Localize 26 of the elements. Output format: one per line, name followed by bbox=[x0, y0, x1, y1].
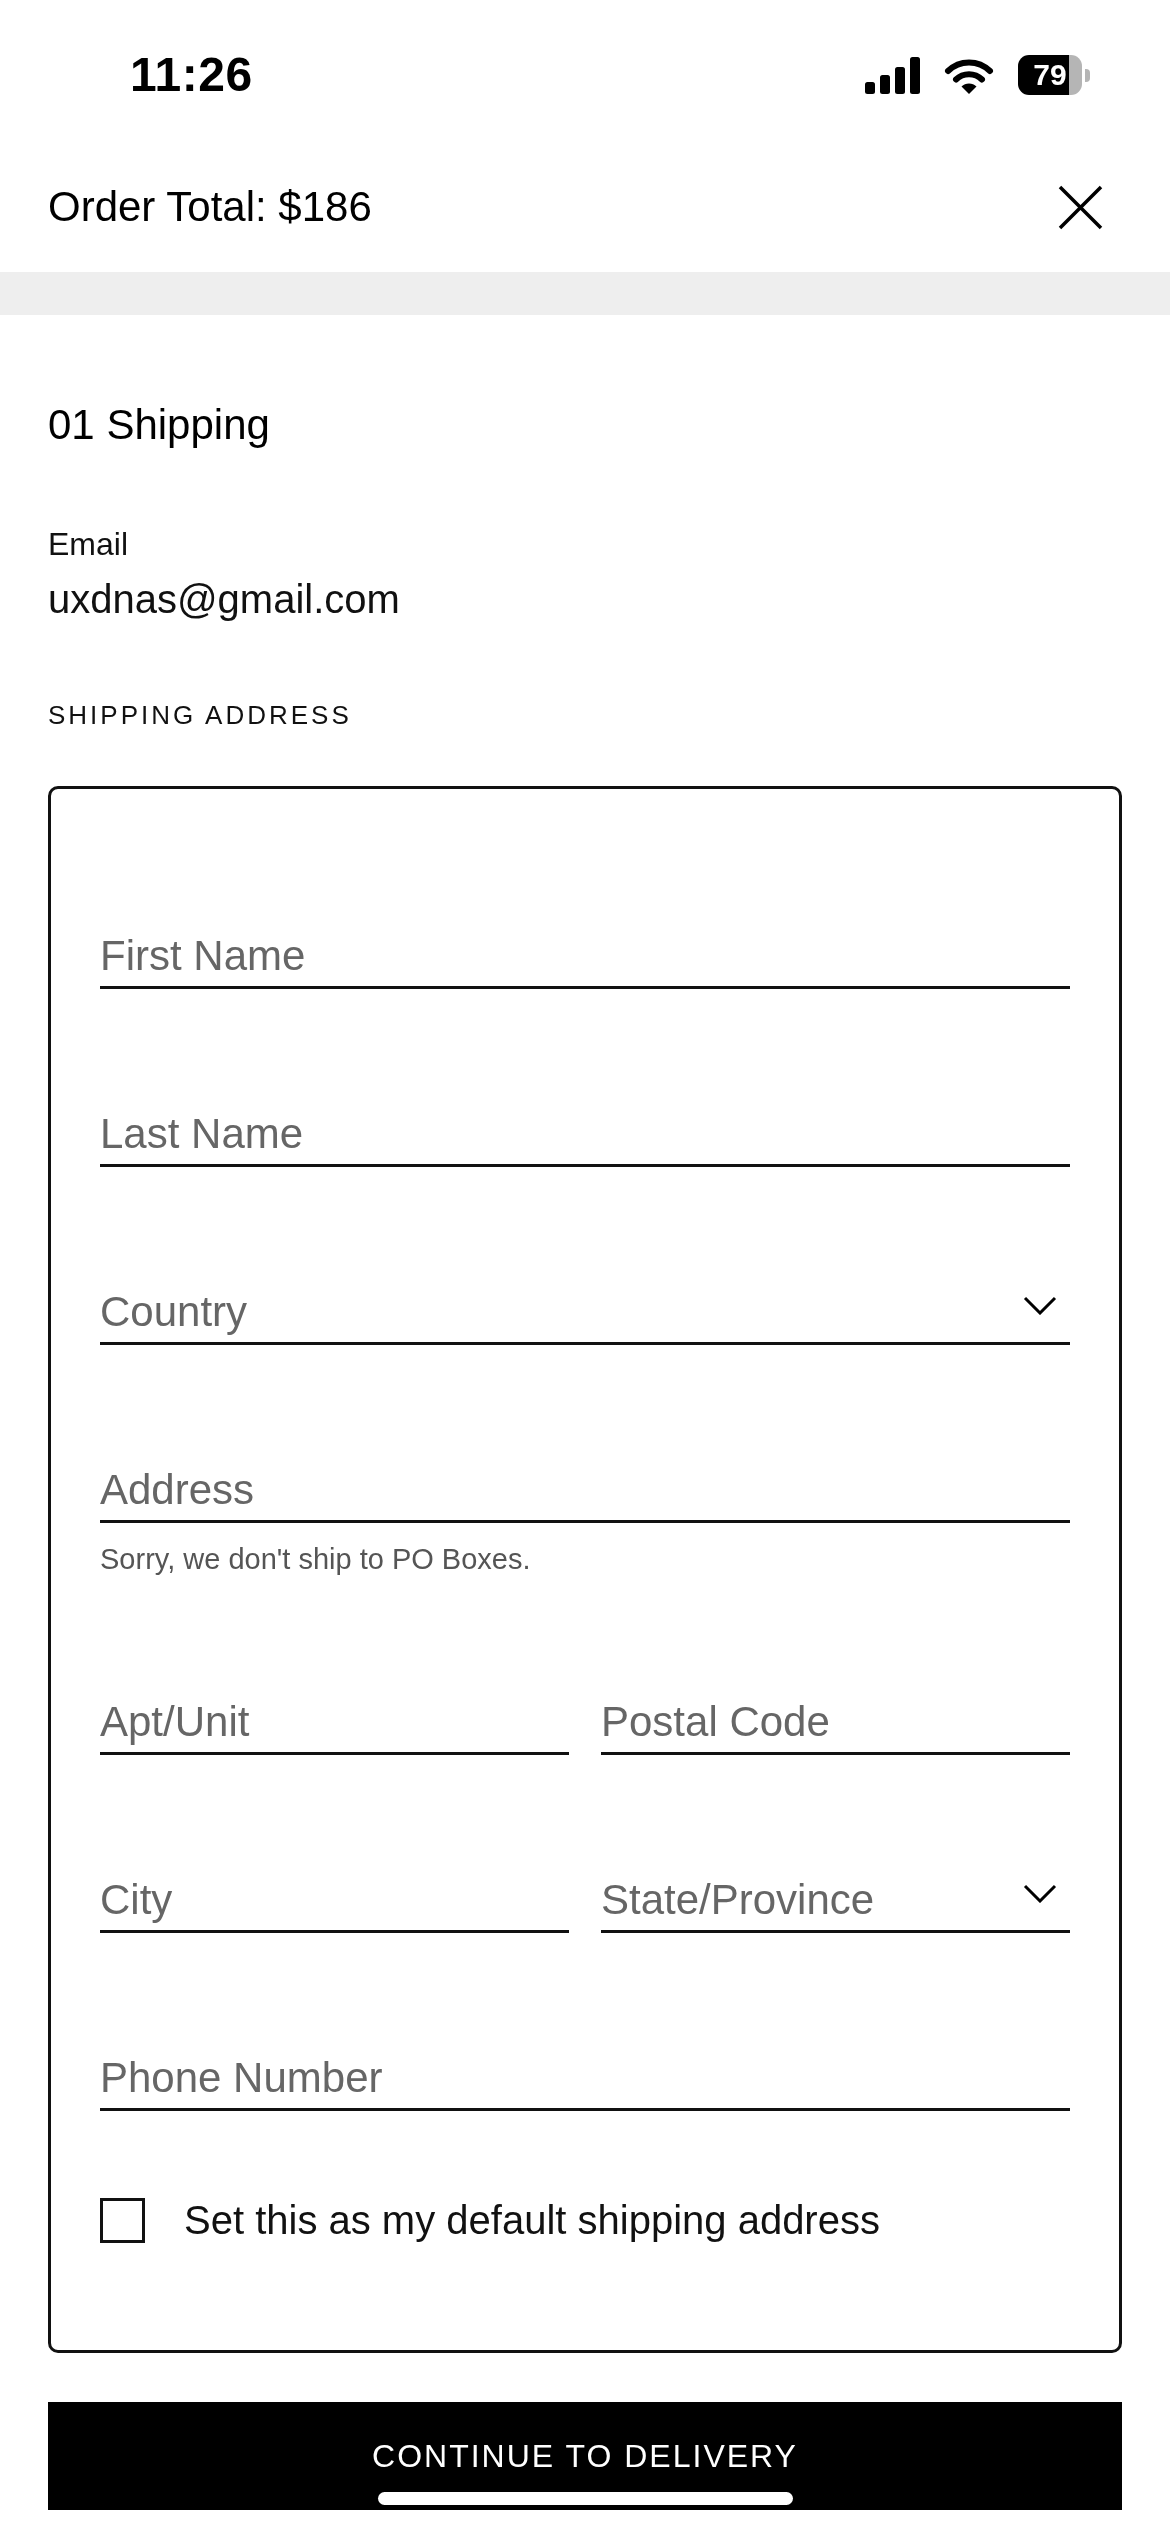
checkbox[interactable] bbox=[100, 2197, 145, 2243]
input-field[interactable]: City bbox=[100, 1870, 569, 1933]
email-label: Email bbox=[48, 525, 128, 564]
email-address: uxdnas@gmail.com bbox=[48, 576, 400, 623]
continue-button[interactable]: CONTINUE TO DELIVERY bbox=[48, 2402, 1122, 2510]
input-field[interactable]: Last Name bbox=[100, 1104, 1070, 1167]
dropdown-field[interactable]: Country bbox=[100, 1282, 1070, 1345]
input-field[interactable]: First Name bbox=[100, 926, 1070, 989]
checkbox-label: Set this as my default shipping address bbox=[184, 2197, 880, 2244]
input-field[interactable]: Phone Number bbox=[100, 2048, 1070, 2111]
input-field[interactable]: Address bbox=[100, 1460, 1070, 1523]
signal-icon bbox=[865, 56, 920, 94]
close-icon bbox=[1058, 184, 1103, 230]
wifi-icon bbox=[944, 56, 994, 94]
chevron-down-icon bbox=[1023, 1295, 1057, 1315]
input-field[interactable]: Apt/Unit bbox=[100, 1692, 569, 1755]
field-hint: Sorry, we don't ship to PO Boxes. bbox=[100, 1542, 531, 1577]
close-button[interactable] bbox=[1058, 184, 1103, 230]
chevron-down-icon bbox=[1023, 1883, 1057, 1903]
battery-indicator: 79 bbox=[1018, 55, 1090, 95]
input-field[interactable]: Postal Code bbox=[601, 1692, 1070, 1755]
step-title: 01 Shipping bbox=[48, 400, 270, 450]
status-time: 11:26 bbox=[130, 47, 253, 103]
order-total-title: Order Total: $186 bbox=[48, 182, 372, 232]
dropdown-field[interactable]: State/Province bbox=[601, 1870, 1070, 1933]
section-heading: SHIPPING ADDRESS bbox=[48, 699, 352, 732]
